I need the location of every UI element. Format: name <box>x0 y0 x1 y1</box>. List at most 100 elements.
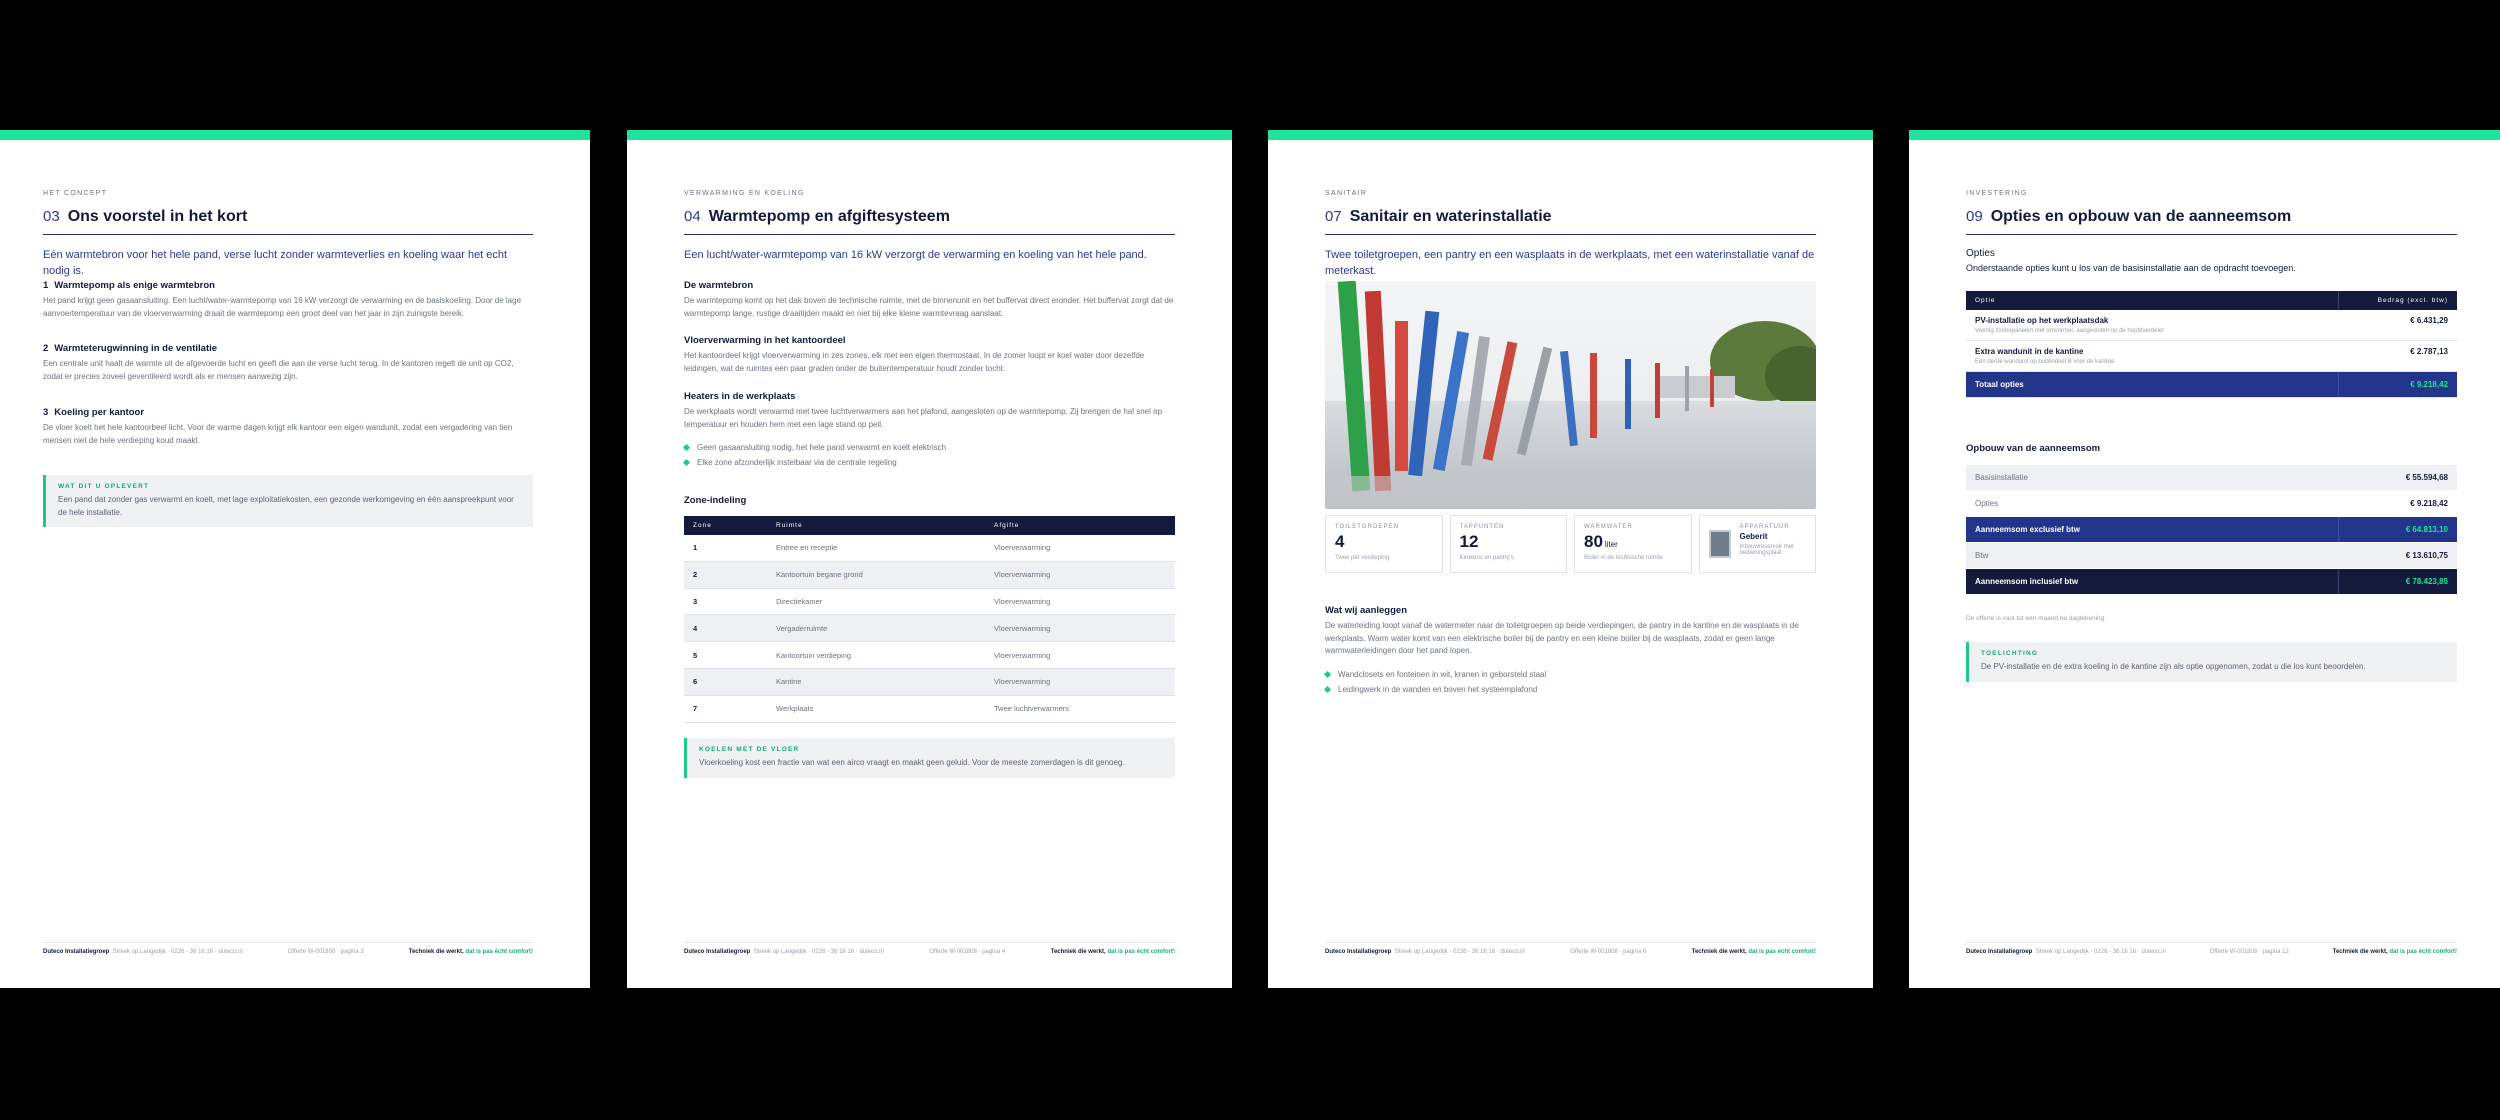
list-item: Leidingwerk in de wanden en boven het sy… <box>1323 685 1816 694</box>
item-2: 2 Warmteterugwinning in de ventilatie Een… <box>43 343 533 383</box>
item-heading: Warmtepomp als enige warmtebron <box>54 280 215 291</box>
section-heaters: Heaters in de werkplaats De werkplaats w… <box>684 391 1175 431</box>
section-heat-source: De warmtebron De warmtepomp komt op het … <box>684 280 1175 320</box>
table-cell: Vloerverwarming <box>985 641 1175 669</box>
callout-label: Wat dit u oplevert <box>58 483 150 490</box>
footer-tagline: Techniek die werkt, dat is pas écht comf… <box>1692 949 1816 955</box>
lead-text: Twee toiletgroepen, een pantry en een wa… <box>1325 249 1815 277</box>
sum-row: Aanneemsom inclusief btw € 78.423,85 <box>1966 568 2457 595</box>
table-cell: Vloerverwarming <box>985 614 1175 643</box>
item-number: 3 <box>43 407 49 418</box>
sum-row: Opties € 9.218,42 <box>1966 490 2457 517</box>
col-header: Zone <box>684 516 767 535</box>
table-row: 6 Kantine Vloerverwarming <box>684 668 1175 696</box>
eyebrow: Verwarming en koeling <box>684 190 805 197</box>
stat-sub: Boiler in de technische ruimte <box>1584 555 1663 561</box>
tagline-b: dat is pas écht comfort! <box>2389 949 2457 955</box>
tagline-a: Techniek die werkt, <box>1691 949 1747 955</box>
col-header: Optie <box>1966 291 2339 310</box>
footer-company: Duteco Installatiegroep <box>684 949 751 955</box>
item-heading: Warmteterugwinning in de ventilatie <box>54 343 218 354</box>
footer-company: Duteco Installatiegroep <box>43 949 110 955</box>
page-footer: Duteco Installatiegroep Streek op Langed… <box>684 942 1175 955</box>
stat-value: 80 <box>1584 532 1603 551</box>
table-cell: 4 <box>684 614 767 643</box>
zone-table: Zone Ruimte Afgifte 1 Entree en receptie V… <box>684 516 1175 723</box>
table-cell: 2 <box>684 561 767 589</box>
eyebrow: Investering <box>1966 190 2028 197</box>
title-text: Warmtepomp en afgiftesysteem <box>708 208 950 225</box>
page-heating: Verwarming en koeling 04 Warmtepomp en a… <box>627 130 1232 988</box>
footer-tagline: Techniek die werkt, dat is pas écht comf… <box>2333 949 2457 955</box>
sum-row: Btw € 13.610,75 <box>1966 542 2457 569</box>
stat-card: Tappunten 12 Keukens en pantry's <box>1449 515 1567 573</box>
bullet-list: Geen gasaansluiting nodig, het hele pand… <box>682 443 1175 473</box>
sum-label: Opties <box>1966 490 2339 517</box>
product-thumbnail <box>1708 530 1732 558</box>
stat-label: Tappunten <box>1459 524 1505 530</box>
table-row: 7 Werkplaats Twee luchtverwarmers <box>684 695 1175 723</box>
callout-text: Een pand dat zonder gas verwarmt en koel… <box>58 495 514 517</box>
list-item: Wandclosets en fonteinen in wit, kranen … <box>1323 670 1816 679</box>
total-row: Totaal opties € 9.218,42 <box>1966 371 2457 398</box>
sum-amount: € 64.813,10 <box>2338 516 2457 543</box>
option-name: Extra wandunit in de kantine <box>1975 347 2084 356</box>
page-title: 09 Opties en opbouw van de aanneemsom <box>1966 208 2457 235</box>
section-heading: Heaters in de werkplaats <box>684 391 796 402</box>
bullet-text: Leidingwerk in de wanden en boven het sy… <box>1338 685 1538 694</box>
sum-row: Basisinstallatie € 55.594,68 <box>1966 465 2457 491</box>
section-installation: Wat wij aanleggen De waterleiding loopt … <box>1325 605 1816 658</box>
sum-label: Aanneemsom inclusief btw <box>1966 568 2339 595</box>
sum-amount: € 9.218,42 <box>2338 490 2457 517</box>
options-intro: Opties Onderstaande opties kunt u los va… <box>1966 248 2457 273</box>
stat-value: 4 <box>1335 532 1345 551</box>
stat-value: 12 <box>1459 532 1479 551</box>
sum-label: Aanneemsom exclusief btw <box>1966 516 2339 543</box>
table-cell: Entree en receptie <box>767 535 985 562</box>
sum-row: Aanneemsom exclusief btw € 64.813,10 <box>1966 516 2457 543</box>
table-row: Extra wandunit in de kantine Een derde wa… <box>1966 340 2457 372</box>
section-text: De waterleiding loopt vanaf de watermete… <box>1325 621 1799 655</box>
item-text: Een centrale unit haalt de warmte uit de… <box>43 359 514 381</box>
table-cell: Vloerverwarming <box>985 561 1175 589</box>
lead-text: Een lucht/water-warmtepomp van 16 kW ver… <box>684 249 1147 261</box>
item-3: 3 Koeling per kantoor De vloer koelt het … <box>43 407 533 447</box>
total-amount: € 9.218,42 <box>2338 371 2457 398</box>
callout-label: Koelen met de vloer <box>699 746 800 753</box>
bullet-text: Elke zone afzonderlijk instelbaar via de… <box>697 458 897 467</box>
title-text: Ons voorstel in het kort <box>67 208 248 225</box>
table-cell: Directiekamer <box>767 588 985 616</box>
product-sub: Inbouwreservoir met bedieningsplaat <box>1739 544 1794 556</box>
tagline-a: Techniek die werkt, <box>1050 949 1106 955</box>
footer-contact: Streek op Langedijk · 0226 - 36 16 16 · … <box>112 949 243 955</box>
section-text: De warmtepomp komt op het dak boven de t… <box>684 296 1174 318</box>
table-cell: Werkplaats <box>767 695 985 723</box>
page-concept: Het concept 03 Ons voorstel in het kort … <box>0 130 590 988</box>
col-header: Bedrag (excl. btw) <box>2338 291 2457 310</box>
col-header: Ruimte <box>767 516 985 535</box>
photo-image <box>1325 281 1816 509</box>
product-name: Geberit <box>1739 532 1768 541</box>
table-cell: 6 <box>684 668 767 696</box>
tagline-b: dat is pas écht comfort! <box>465 949 533 955</box>
table-cell: 3 <box>684 588 767 616</box>
stats-row: Toiletgroepen 4 Twee per verdieping Tapp… <box>1325 515 1816 573</box>
sum-heading: Opbouw van de aanneemsom <box>1966 443 2101 454</box>
eyebrow: Het concept <box>43 190 108 197</box>
footer-ref: Offerte W-001808 · pagina 3 <box>287 949 364 955</box>
table-row: 1 Entree en receptie Vloerverwarming <box>684 535 1175 562</box>
item-text: Het pand krijgt geen gasaansluiting. Een… <box>43 296 522 318</box>
stat-card: Toiletgroepen 4 Twee per verdieping <box>1325 515 1443 573</box>
lead-text: Eén warmtebron voor het hele pand, verse… <box>43 249 508 277</box>
footer-company: Duteco Installatiegroep <box>1325 949 1392 955</box>
section-heading: Vloerverwarming in het kantoordeel <box>684 335 846 346</box>
sum-label: Btw <box>1966 542 2339 569</box>
page-sanitary: Sanitair 07 Sanitair en waterinstallatie… <box>1268 130 1873 988</box>
item-number: 1 <box>43 280 49 291</box>
bullet-text: Geen gasaansluiting nodig, het hele pand… <box>697 443 947 452</box>
item-number: 2 <box>43 343 49 354</box>
table-cell: Vloerverwarming <box>985 588 1175 616</box>
callout-explanation: Toelichting De PV-installatie en de extr… <box>1966 642 2457 682</box>
page-investment: Investering 09 Opties en opbouw van de a… <box>1909 130 2500 988</box>
section-floor-heating: Vloerverwarming in het kantoordeel Het k… <box>684 335 1175 375</box>
